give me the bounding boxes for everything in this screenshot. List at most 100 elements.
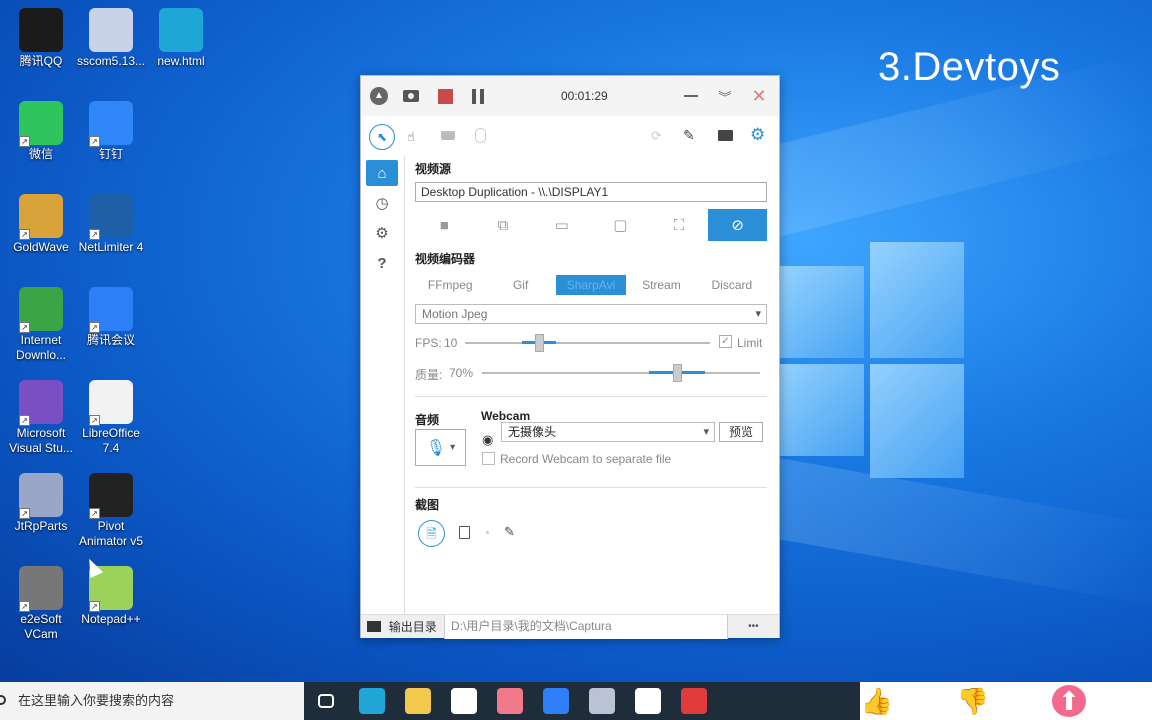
quality-slider-thumb[interactable]	[672, 364, 682, 382]
output-bar: 输出目录 D:\用户目录\我的文档\Captura •••	[361, 614, 779, 639]
desktop-icon-label: e2eSoft VCam	[20, 612, 62, 641]
codec-dropdown[interactable]: Motion Jpeg	[415, 304, 767, 324]
screen-icon[interactable]: ▭	[532, 209, 591, 241]
collapse-icon[interactable]: ▲	[369, 86, 389, 106]
save-file-icon[interactable]: 🗎	[418, 520, 445, 547]
desktop-icon[interactable]: ↗ LibreOffice 7.4	[76, 380, 146, 456]
refresh-icon[interactable]: ⟳	[651, 128, 662, 144]
output-folder-icon[interactable]	[367, 621, 381, 632]
fps-slider[interactable]	[465, 342, 710, 344]
region-icon[interactable]: ⛶	[650, 209, 709, 241]
desktop-icon[interactable]: ↗ GoldWave	[6, 194, 76, 255]
thumbs-down-icon[interactable]: 👎	[956, 685, 990, 717]
pause-icon[interactable]	[468, 86, 488, 106]
folder-icon[interactable]	[718, 130, 733, 141]
desktop-icon[interactable]: ↗ 钉钉	[76, 101, 146, 162]
edge-browser-icon[interactable]	[359, 688, 385, 714]
search-placeholder: 在这里输入你要搜索的内容	[18, 693, 175, 708]
settings-gear-icon[interactable]: ⚙	[750, 125, 765, 145]
upload-icon[interactable]	[486, 531, 489, 534]
desktop-icon-label: Notepad++	[81, 612, 141, 626]
no-video-icon[interactable]: ⊘	[708, 209, 768, 241]
desktop-icon[interactable]: sscom5.13...	[76, 8, 146, 69]
quality-slider[interactable]	[482, 372, 760, 374]
divider	[415, 487, 767, 488]
encoder-ffmpeg[interactable]: FFmpeg	[415, 275, 485, 295]
click-hand-icon[interactable]: ☝	[407, 129, 415, 145]
history-icon[interactable]: ◷	[366, 190, 398, 216]
desktop-icon[interactable]: ↗ Notepad++	[76, 566, 146, 627]
video-source-label: 视频源	[415, 162, 452, 176]
shortcut-arrow-icon: ↗	[89, 415, 100, 426]
minimize-icon[interactable]	[681, 86, 701, 106]
webcam-source-icon[interactable]: ■	[415, 209, 474, 241]
desktop-icon-label: 微信	[28, 147, 53, 161]
fps-slider-thumb[interactable]	[534, 334, 544, 352]
separate-file-checkbox[interactable]	[482, 452, 495, 465]
task-view-icon[interactable]	[318, 694, 334, 708]
encoder-sharpavi[interactable]: SharpAvi	[555, 275, 627, 295]
desktop-icon[interactable]: ↗ e2eSoft VCam	[6, 566, 76, 642]
brush-icon[interactable]: ✎	[683, 127, 695, 144]
desktop-icon[interactable]: ↗ Internet Downlo...	[6, 287, 76, 363]
camera-screenshot-icon[interactable]	[401, 86, 421, 106]
window-icon[interactable]: ▢	[591, 209, 650, 241]
desktop-icon[interactable]: ↗ 腾讯会议	[76, 287, 146, 348]
desktop-icon-label: 腾讯QQ	[19, 54, 63, 68]
desktop-icon-label: JtRpParts	[14, 519, 68, 533]
encoder-stream[interactable]: Stream	[626, 275, 696, 295]
desktop-icon[interactable]: ↗ JtRpParts	[6, 473, 76, 534]
desktop-icon-label: NetLimiter 4	[78, 240, 144, 254]
limit-checkbox[interactable]: ✓	[719, 335, 732, 348]
output-dir-field[interactable]: D:\用户目录\我的文档\Captura	[444, 614, 728, 639]
fps-row: FPS: 10 ✓ Limit	[415, 328, 767, 358]
lala-app-icon[interactable]	[497, 688, 523, 714]
settings-icon[interactable]: ⚙	[366, 220, 398, 246]
expand-down-icon[interactable]: ︾	[715, 86, 735, 106]
shortcut-arrow-icon: ↗	[89, 136, 100, 147]
edit-pencil-icon[interactable]: ✎	[504, 524, 515, 540]
clipboard-icon[interactable]	[459, 526, 470, 539]
keyboard-icon[interactable]	[441, 131, 455, 140]
shortcut-arrow-icon: ↗	[19, 229, 30, 240]
title-bar[interactable]: ▲ 00:01:29 ︾ ✕	[361, 76, 779, 116]
stop-record-icon[interactable]	[435, 86, 455, 106]
more-options-button[interactable]: •••	[728, 621, 779, 632]
help-icon[interactable]: ?	[366, 250, 398, 276]
desktop-icon[interactable]: 腾讯QQ	[6, 8, 76, 69]
network-monitor-icon[interactable]	[589, 688, 615, 714]
sscom-building-icon	[89, 8, 133, 52]
home-icon[interactable]: ⌂	[366, 160, 398, 186]
desktop-icon[interactable]: new.html	[146, 8, 216, 69]
captura-record-icon[interactable]	[681, 688, 707, 714]
mouse-icon[interactable]	[475, 128, 486, 143]
typora-icon[interactable]	[635, 688, 661, 714]
desktop-icon[interactable]: ↗ Pivot Animator v5	[76, 473, 146, 549]
microphone-dropdown[interactable]: 🎙 ▾	[415, 429, 466, 466]
shortcut-arrow-icon: ↗	[19, 322, 30, 333]
desktop-icon[interactable]: ↗ 微信	[6, 101, 76, 162]
desktop-icon-label: 腾讯会议	[86, 333, 135, 347]
desktop-icon[interactable]: ↗ NetLimiter 4	[76, 194, 146, 255]
share-arrow-icon[interactable]: ⬆	[1052, 685, 1086, 717]
encoder-gif[interactable]: Gif	[485, 275, 555, 295]
multi-screen-icon[interactable]: ⧉	[474, 209, 533, 241]
desktop-icon-label: GoldWave	[13, 240, 69, 254]
tencent-meeting-icon[interactable]	[543, 688, 569, 714]
document-icon[interactable]	[451, 688, 477, 714]
cursor-toggle-icon[interactable]: ⬉	[369, 124, 395, 150]
close-icon[interactable]: ✕	[749, 86, 769, 106]
separate-file-label: Record Webcam to separate file	[500, 452, 672, 466]
shortcut-arrow-icon: ↗	[89, 229, 100, 240]
desktop-icon-label: 钉钉	[98, 147, 123, 161]
preview-button[interactable]: 预览	[719, 422, 763, 442]
audio-label: 音频	[415, 413, 440, 427]
taskbar-search-box[interactable]: 在这里输入你要搜索的内容	[0, 682, 304, 720]
webcam-dropdown[interactable]: 无摄像头	[501, 422, 715, 442]
file-explorer-icon[interactable]	[405, 688, 431, 714]
desktop-icon[interactable]: ↗ Microsoft Visual Stu...	[6, 380, 76, 456]
thumbs-up-icon[interactable]: 👍	[860, 685, 894, 717]
encoder-discard[interactable]: Discard	[697, 275, 767, 295]
pivot-stickman-icon: ↗	[89, 473, 133, 519]
video-source-field[interactable]: Desktop Duplication - \\.\DISPLAY1	[415, 182, 767, 202]
